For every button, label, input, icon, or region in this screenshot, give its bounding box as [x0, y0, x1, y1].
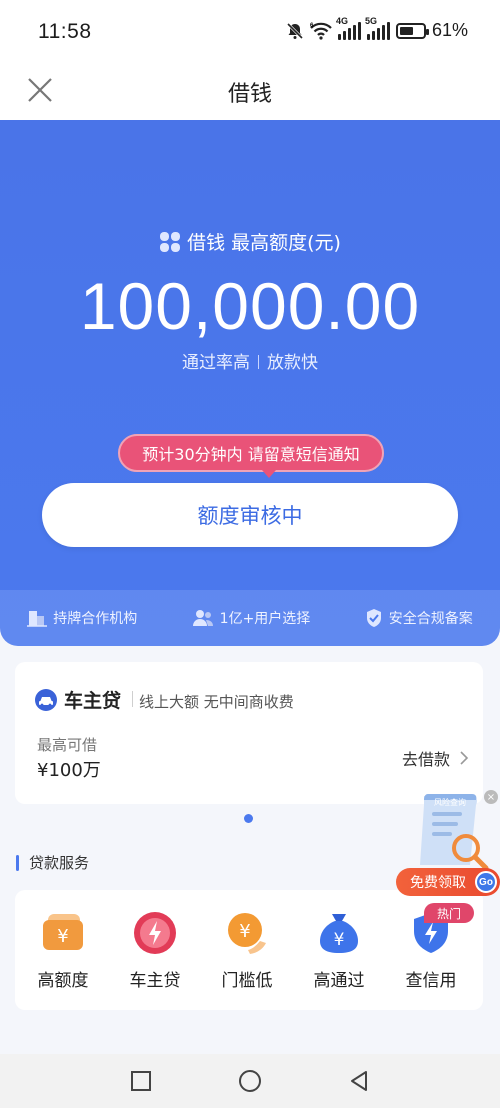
section-marker	[16, 854, 19, 871]
clover-icon	[160, 231, 181, 252]
svg-text:¥: ¥	[334, 930, 345, 950]
loan-title: 车主贷	[64, 690, 122, 712]
feature-label: 持牌合作机构	[53, 611, 138, 627]
section-title: 贷款服务	[29, 854, 90, 872]
back-button[interactable]	[348, 1070, 370, 1092]
status-bar: 11:58 6 4G 5G 61%	[0, 0, 500, 62]
building-icon	[27, 611, 48, 627]
sms-notice-tip: 预计30分钟内 请留意短信通知	[118, 434, 384, 478]
feature-strip: 持牌合作机构 1亿+用户选择 安全合规备案	[0, 590, 500, 646]
service-label: 高通过	[313, 971, 365, 991]
feature-item: 1亿+用户选择	[192, 608, 311, 628]
title-bar: 借钱	[0, 62, 500, 120]
carousel-indicator	[244, 814, 253, 823]
risk-report-icon: 风险查询	[420, 794, 489, 871]
credit-limit-text: 借钱 最高额度(元)	[187, 232, 341, 254]
service-label: 查信用	[405, 971, 457, 991]
recent-apps-button[interactable]	[130, 1070, 152, 1092]
max-limit-label: 最高可借	[37, 736, 98, 754]
battery-percent: 61%	[431, 20, 468, 40]
go-badge: Go	[475, 871, 497, 893]
credit-review-button[interactable]: 额度审核中	[42, 483, 458, 547]
wifi-icon: 6	[310, 22, 332, 40]
credit-limit-label: 借钱 最高额度(元)	[0, 228, 500, 255]
service-label: 门槛低	[221, 971, 273, 991]
loan-description: 线上大额 无中间商收费	[139, 693, 294, 711]
mute-bell-icon	[286, 22, 304, 39]
battery-level	[399, 26, 414, 35]
hero-subtitle: 通过率高 放款快	[0, 348, 500, 373]
divider	[132, 691, 133, 707]
ad-close-button[interactable]: ×	[484, 790, 498, 804]
free-claim-button[interactable]: 免费领取 Go	[396, 868, 500, 896]
service-high-limit[interactable]: ¥ 高额度	[17, 890, 109, 1010]
svg-text:风险查询: 风险查询	[434, 797, 466, 807]
money-bag-icon: ¥	[320, 914, 358, 953]
svg-text:¥: ¥	[57, 926, 68, 947]
max-limit-value: ¥100万	[37, 760, 101, 781]
free-claim-label: 免费领取	[410, 875, 466, 891]
section-header: 贷款服务	[16, 852, 89, 873]
service-high-approval[interactable]: ¥ 高通过	[293, 890, 385, 1010]
signal-4g-icon: 4G	[336, 16, 361, 40]
feature-label: 安全合规备案	[388, 611, 473, 627]
feature-item: 安全合规备案	[365, 608, 473, 628]
service-car-loan[interactable]: 车主贷	[109, 890, 201, 1010]
service-label: 高额度	[37, 971, 89, 991]
page-title: 借钱	[227, 82, 272, 107]
service-label: 车主贷	[129, 971, 181, 991]
car-owner-loan-card[interactable]: 车主贷 线上大额 无中间商收费 最高可借 ¥100万 去借款	[15, 662, 483, 804]
hero-sub-right: 放款快	[267, 353, 318, 373]
system-nav-bar	[0, 1054, 500, 1108]
lightning-icon	[134, 912, 176, 954]
yuan-card-icon: ¥	[43, 914, 83, 950]
svg-text:¥: ¥	[239, 921, 250, 942]
divider	[258, 355, 259, 369]
chevron-right-icon	[460, 751, 469, 765]
home-button[interactable]	[238, 1069, 262, 1093]
borrow-link[interactable]: 去借款	[402, 746, 469, 770]
yuan-hand-icon: ¥	[228, 913, 266, 954]
shield-check-icon	[366, 609, 381, 627]
hot-badge: 热门	[424, 903, 474, 923]
battery-icon	[395, 22, 429, 39]
users-icon	[192, 610, 213, 626]
car-icon	[35, 689, 57, 711]
service-low-threshold[interactable]: ¥ 门槛低	[201, 890, 293, 1010]
credit-limit-amount: 100,000.00	[79, 269, 421, 343]
feature-item: 持牌合作机构	[27, 608, 137, 628]
feature-label: 1亿+用户选择	[219, 611, 311, 627]
status-time: 11:58	[38, 20, 92, 43]
hero-panel: 借钱 最高额度(元) 100,000.00 通过率高 放款快 预计30分钟内 请留…	[0, 120, 500, 646]
signal-5g-icon: 5G	[365, 16, 390, 40]
hero-sub-left: 通过率高	[182, 353, 250, 373]
status-icons: 6 4G 5G 61%	[286, 16, 468, 41]
borrow-label: 去借款	[401, 750, 450, 769]
